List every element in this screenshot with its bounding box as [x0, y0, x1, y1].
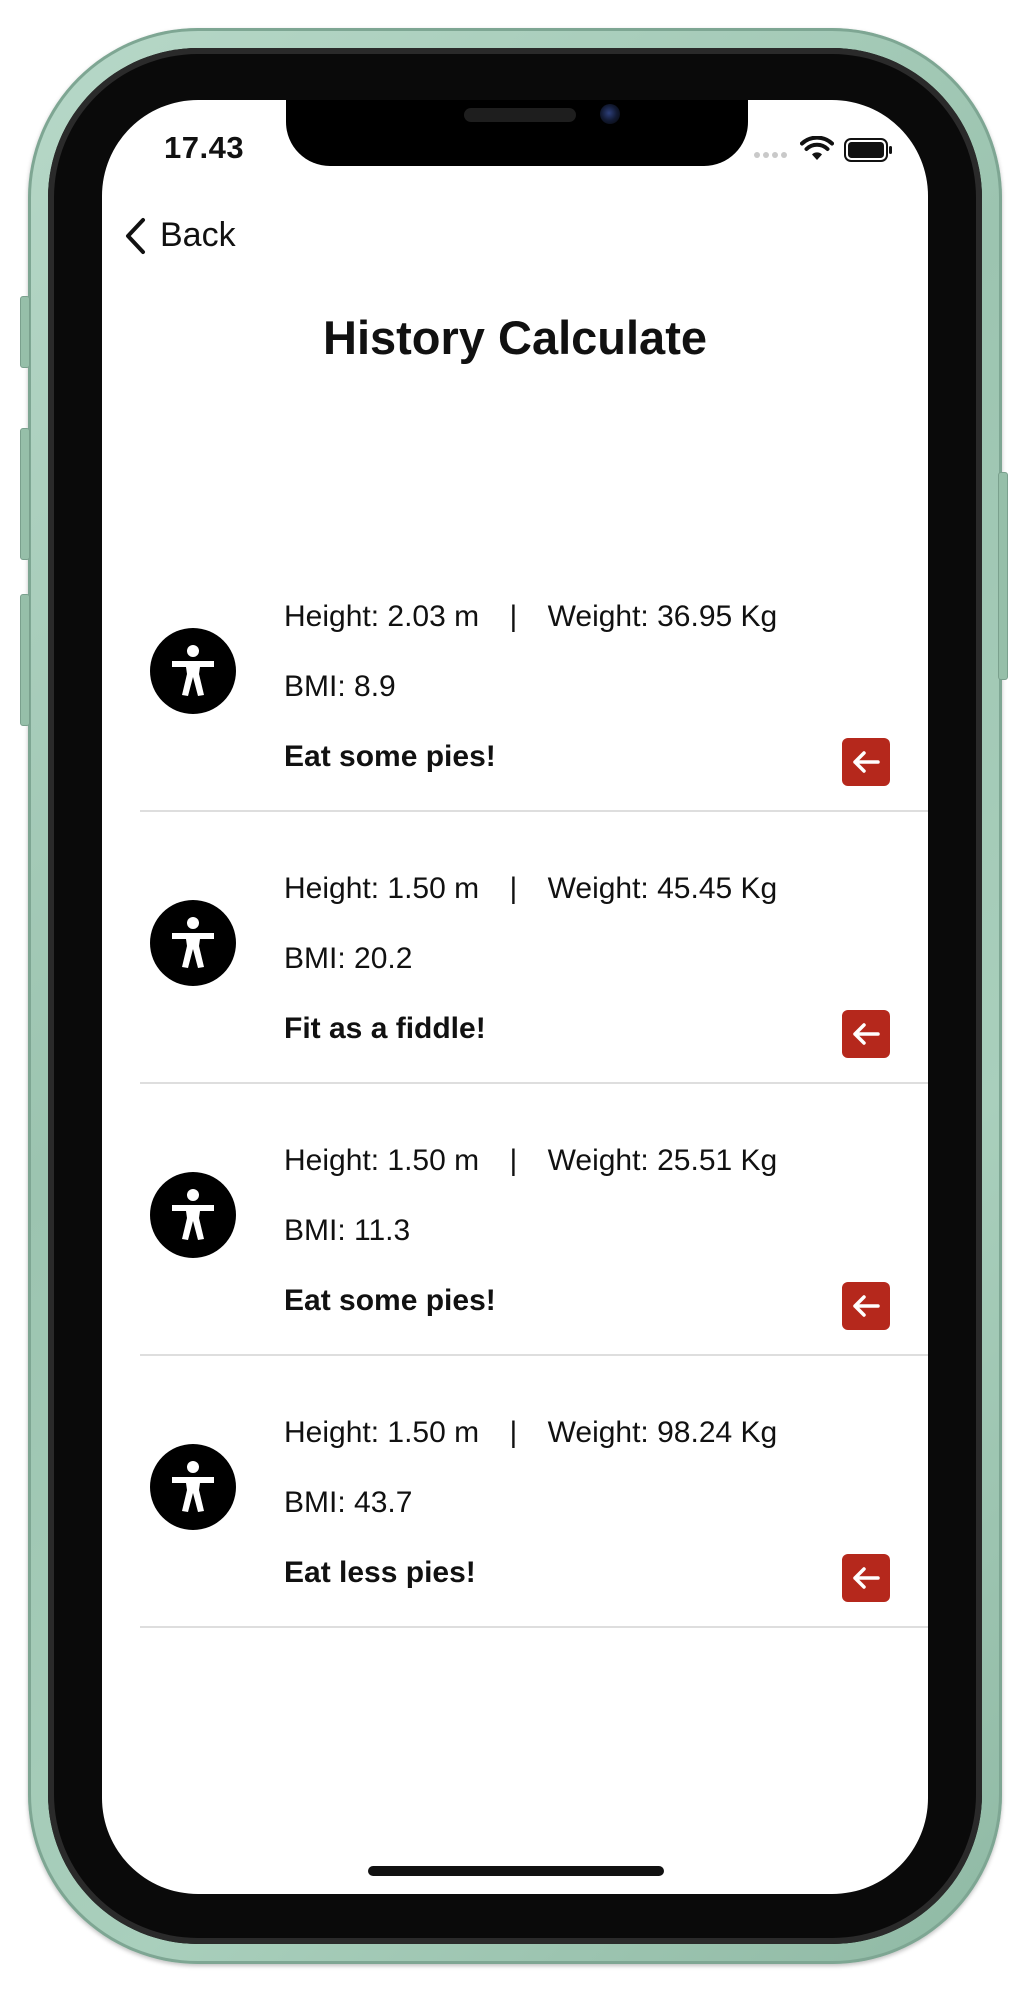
battery-icon — [844, 138, 892, 162]
bmi-label: BMI: — [284, 1486, 346, 1519]
arrow-left-icon — [853, 751, 880, 773]
volume-down-button — [20, 594, 30, 726]
arrow-left-icon — [853, 1023, 880, 1045]
delete-button[interactable] — [842, 738, 890, 786]
notch — [286, 100, 748, 166]
power-button — [998, 472, 1008, 680]
height-label: Height: — [284, 872, 380, 905]
speaker-grille — [464, 108, 576, 122]
history-row: Height: 1.50 m | Weight: 45.45 Kg BMI: 2… — [140, 812, 928, 1084]
height-weight-text: Height: 1.50 m | Weight: 45.45 Kg — [284, 872, 777, 906]
back-button[interactable]: Back — [124, 216, 236, 255]
weight-value: 25.51 Kg — [657, 1144, 778, 1177]
advice-text: Eat some pies! — [284, 1284, 496, 1317]
bmi-value: 11.3 — [354, 1214, 411, 1247]
advice-text: Eat some pies! — [284, 740, 496, 773]
height-value: 1.50 m — [387, 1144, 480, 1177]
bmi-label: BMI: — [284, 670, 346, 703]
separator: | — [509, 872, 518, 905]
separator: | — [509, 1144, 518, 1177]
bmi-text: BMI: 43.7 — [284, 1486, 412, 1520]
history-row: Height: 2.03 m | Weight: 36.95 Kg BMI: 8… — [140, 540, 928, 812]
cellular-signal-icon — [754, 152, 787, 158]
height-label: Height: — [284, 1144, 380, 1177]
front-camera — [600, 104, 620, 124]
weight-label: Weight: — [547, 1144, 649, 1177]
delete-button[interactable] — [842, 1282, 890, 1330]
wifi-icon — [800, 136, 834, 160]
app-screen: 17.43 Back History Calculate Height: 2.0… — [102, 100, 928, 1894]
height-weight-text: Height: 2.03 m | Weight: 36.95 Kg — [284, 600, 777, 634]
height-label: Height: — [284, 600, 380, 633]
arrow-left-icon — [853, 1295, 880, 1317]
bmi-label: BMI: — [284, 942, 346, 975]
weight-value: 45.45 Kg — [657, 872, 778, 905]
history-row: Height: 1.50 m | Weight: 98.24 Kg BMI: 4… — [140, 1356, 928, 1628]
height-weight-text: Height: 1.50 m | Weight: 98.24 Kg — [284, 1416, 777, 1450]
weight-label: Weight: — [547, 1416, 649, 1449]
height-label: Height: — [284, 1416, 380, 1449]
accessibility-person-icon — [150, 628, 236, 714]
weight-value: 36.95 Kg — [657, 600, 778, 633]
bmi-label: BMI: — [284, 1214, 346, 1247]
advice-text: Eat less pies! — [284, 1556, 476, 1589]
history-row: Height: 1.50 m | Weight: 25.51 Kg BMI: 1… — [140, 1084, 928, 1356]
home-indicator[interactable] — [368, 1866, 664, 1876]
weight-value: 98.24 Kg — [657, 1416, 778, 1449]
bmi-text: BMI: 8.9 — [284, 670, 396, 704]
bmi-value: 20.2 — [354, 942, 413, 975]
status-time: 17.43 — [164, 130, 245, 165]
chevron-left-icon — [126, 217, 145, 254]
weight-label: Weight: — [547, 600, 649, 633]
volume-up-button — [20, 428, 30, 560]
delete-button[interactable] — [842, 1554, 890, 1602]
height-weight-text: Height: 1.50 m | Weight: 25.51 Kg — [284, 1144, 777, 1178]
accessibility-person-icon — [150, 1444, 236, 1530]
delete-button[interactable] — [842, 1010, 890, 1058]
weight-label: Weight: — [547, 872, 649, 905]
back-button-label: Back — [160, 216, 236, 254]
height-value: 2.03 m — [387, 600, 480, 633]
bmi-value: 43.7 — [354, 1486, 413, 1519]
advice-text: Fit as a fiddle! — [284, 1012, 486, 1045]
accessibility-person-icon — [150, 1172, 236, 1258]
bmi-text: BMI: 20.2 — [284, 942, 412, 976]
accessibility-person-icon — [150, 900, 236, 986]
bmi-text: BMI: 11.3 — [284, 1214, 410, 1248]
separator: | — [509, 600, 518, 633]
page-title: History Calculate — [323, 311, 707, 364]
bmi-value: 8.9 — [354, 670, 396, 703]
arrow-left-icon — [853, 1567, 880, 1589]
height-value: 1.50 m — [387, 872, 480, 905]
mute-switch — [20, 296, 30, 368]
height-value: 1.50 m — [387, 1416, 480, 1449]
separator: | — [509, 1416, 518, 1449]
history-list: Height: 2.03 m | Weight: 36.95 Kg BMI: 8… — [140, 540, 928, 1628]
